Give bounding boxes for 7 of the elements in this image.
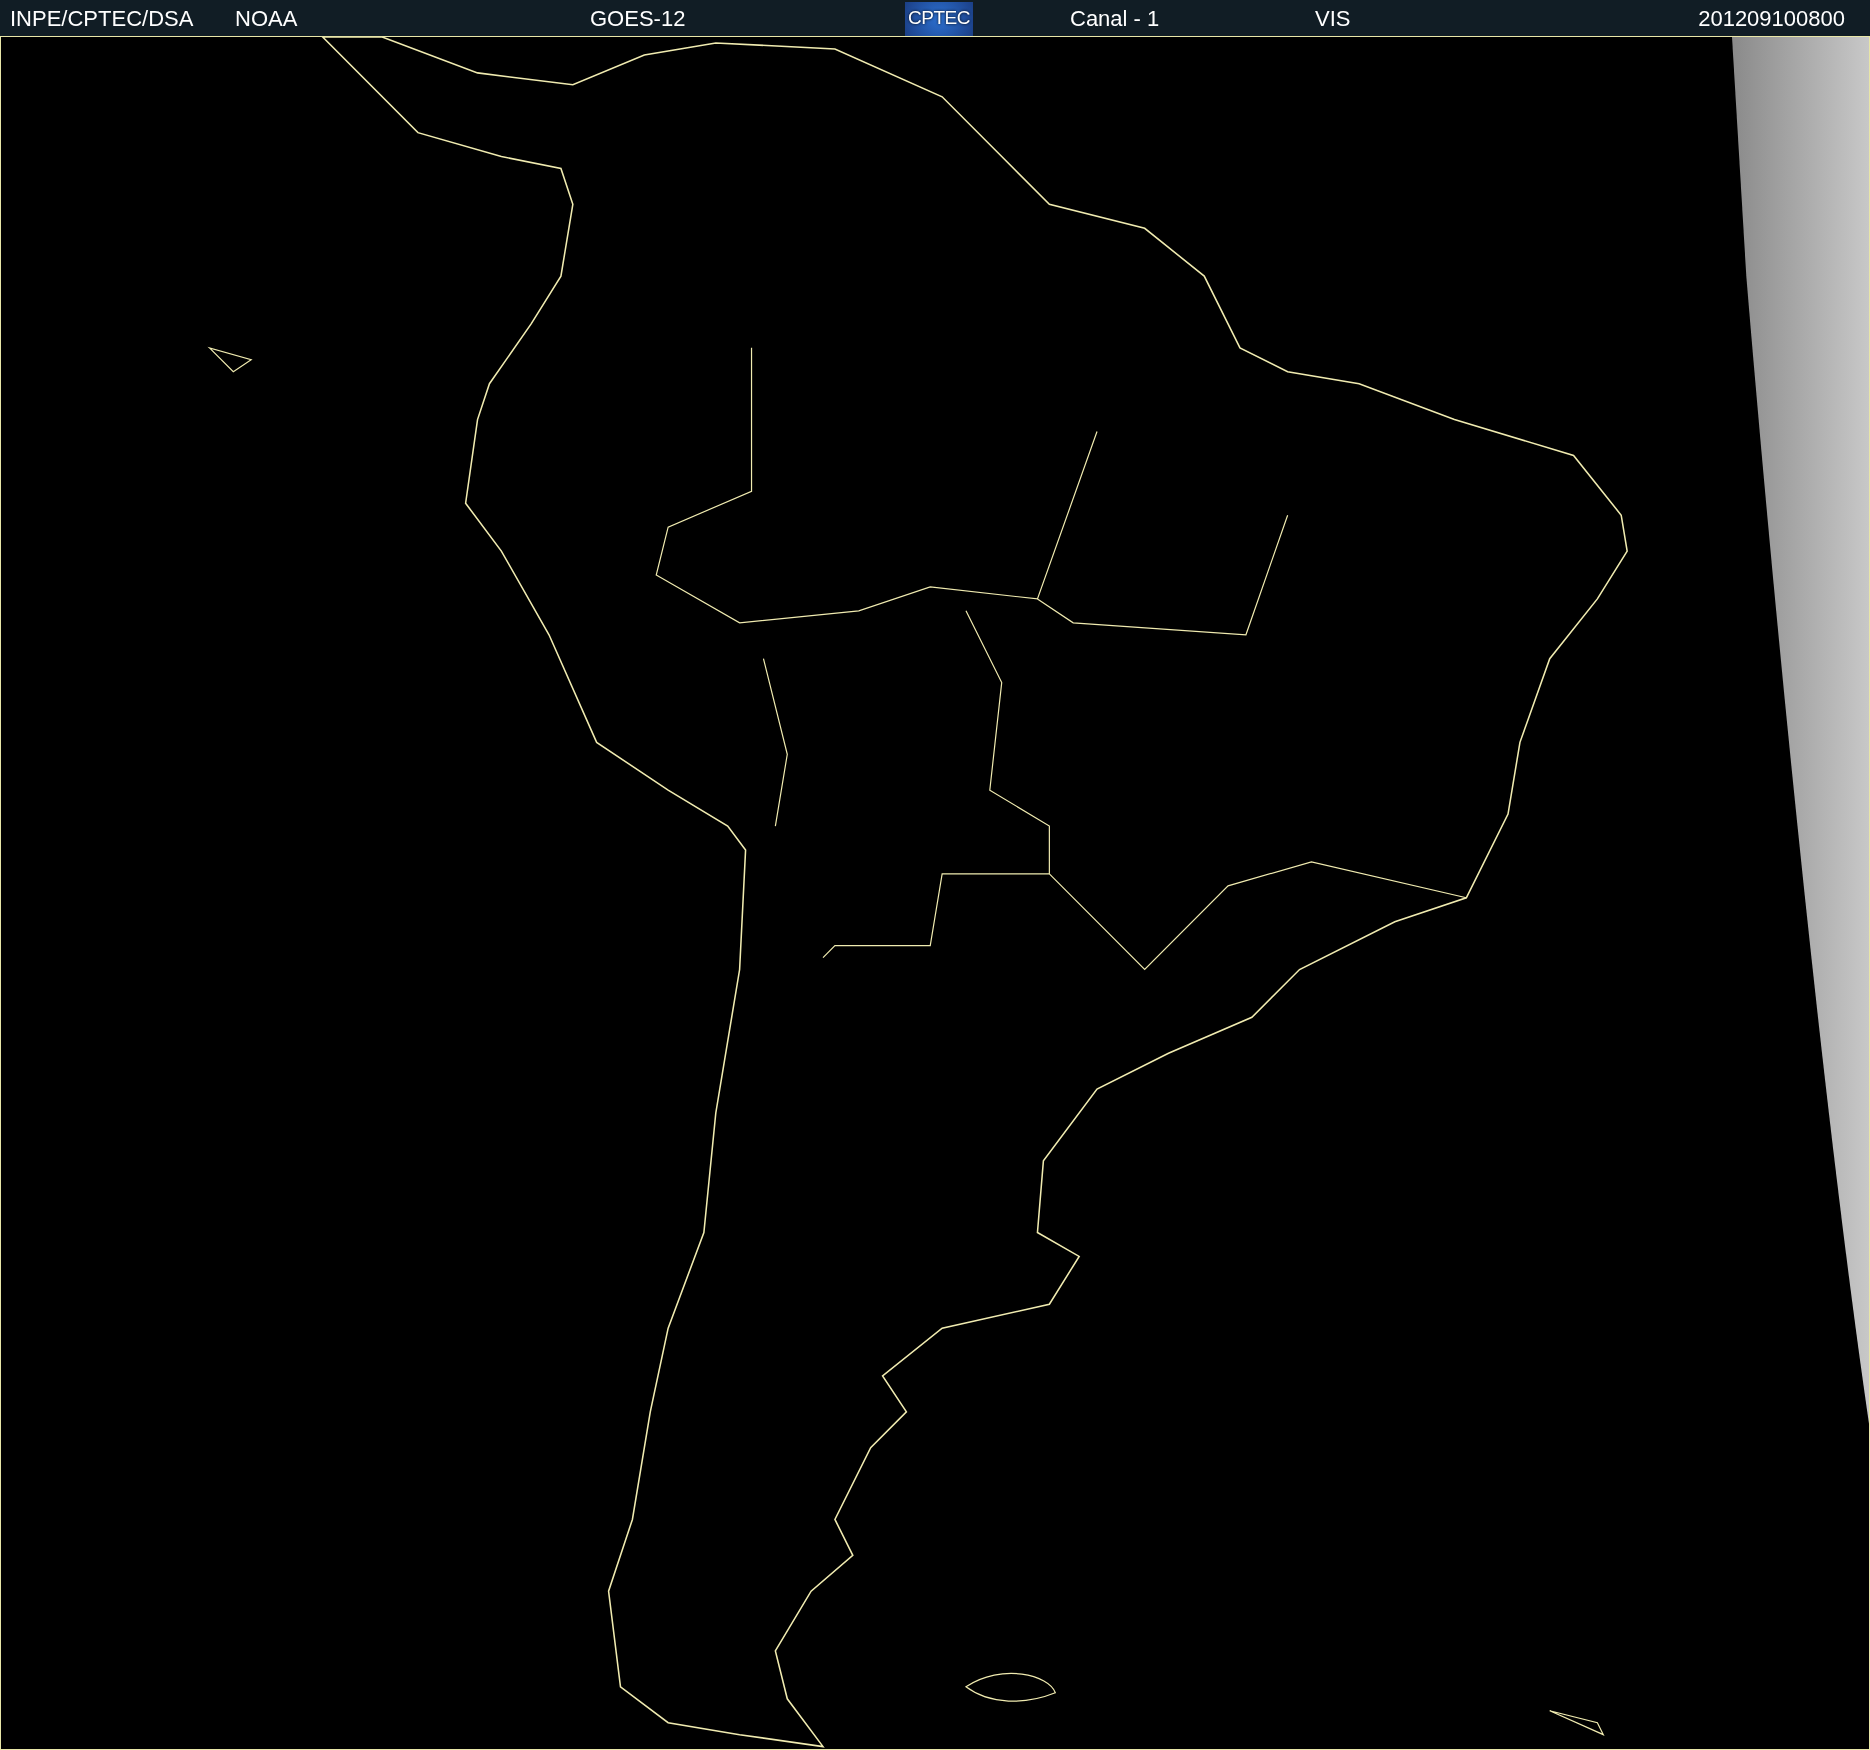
header-label: NOAA (235, 5, 298, 31)
header-label: VIS (1315, 5, 1351, 31)
header-label: 201209100800 (1698, 5, 1845, 31)
header-label: Canal - 1 (1070, 5, 1160, 31)
header-label: GOES-12 (590, 5, 686, 31)
header-label: INPE/CPTEC/DSA (10, 5, 194, 31)
logo-badge: CPTEC (905, 1, 973, 36)
